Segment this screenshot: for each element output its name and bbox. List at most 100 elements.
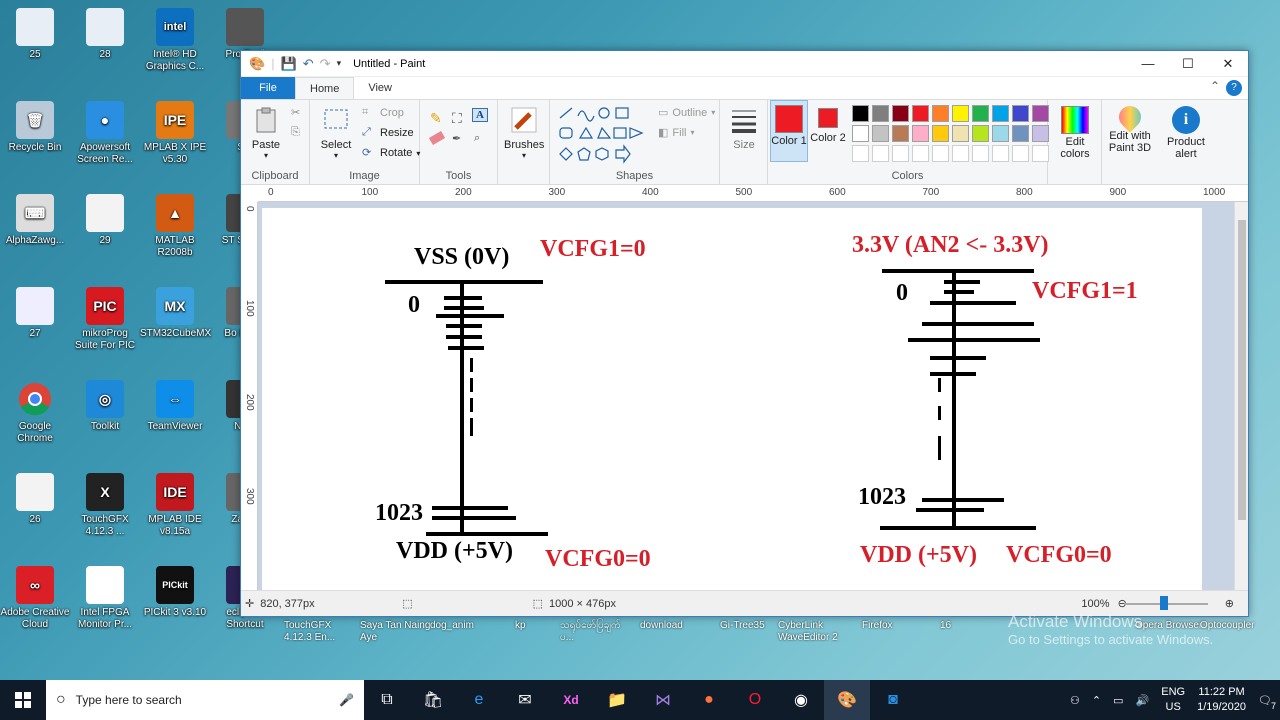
palette-color-swatch[interactable] (892, 125, 909, 142)
help-icon[interactable]: ? (1226, 80, 1242, 96)
paste-dropdown-icon[interactable]: ▾ (249, 151, 283, 160)
desktop-icon[interactable]: 26 (0, 473, 70, 526)
palette-color-swatch[interactable] (872, 105, 889, 122)
palette-color-swatch[interactable] (1012, 125, 1029, 142)
color1-button[interactable]: Color 1 (770, 100, 808, 162)
tab-home[interactable]: Home (295, 77, 355, 99)
shapes-gallery[interactable] (558, 106, 650, 164)
firefox-icon[interactable]: ● (686, 680, 732, 720)
desktop-icon-label[interactable]: Firefox (862, 620, 934, 632)
tab-file[interactable]: File (241, 77, 295, 99)
people-icon[interactable]: ⚇ (1070, 694, 1080, 707)
desktop-icon-label[interactable]: Saya Tan Naing Aye (360, 620, 432, 644)
minimize-button[interactable]: — (1128, 51, 1168, 77)
copy-icon[interactable]: ⎘ (291, 126, 300, 139)
palette-color-swatch[interactable] (972, 105, 989, 122)
close-button[interactable]: ✕ (1208, 51, 1248, 77)
cut-icon[interactable]: ✂ (291, 106, 300, 119)
desktop-icon[interactable]: 29 (70, 194, 140, 247)
palette-color-swatch[interactable] (972, 125, 989, 142)
desktop-icon[interactable]: ⇔ TeamViewer (140, 380, 210, 433)
clock[interactable]: 11:22 PM 1/19/2020 (1197, 685, 1246, 715)
desktop-icon[interactable]: 27 (0, 287, 70, 340)
desktop-icon-label[interactable]: 16 (940, 620, 1012, 632)
select-button[interactable]: Select ▾ (316, 106, 356, 160)
edit-with-paint3d-button[interactable]: Edit with Paint 3D (1104, 101, 1156, 154)
eraser-icon[interactable] (428, 131, 446, 145)
desktop-icon-label[interactable]: TouchGFX 4.12.3 En... (284, 620, 356, 644)
task-view-icon[interactable]: ⧉ (364, 680, 410, 720)
desktop-icon[interactable]: MX STM32CubeMX (140, 287, 211, 340)
desktop-icon-label[interactable]: CyberLink WaveEditor 2 (778, 620, 850, 644)
magnifier-icon[interactable]: ⌕ (474, 132, 480, 145)
drawing-canvas[interactable]: VSS (0V) VCFG1=0 0 1023 VDD (+5V) VCFG0=… (262, 208, 1202, 592)
text-icon[interactable]: A (472, 108, 488, 122)
visual-studio-icon[interactable]: ⋈ (640, 680, 686, 720)
outline-button[interactable]: ▭ Outline ▾ (658, 106, 715, 120)
volume-icon[interactable]: 🔊 (1136, 694, 1150, 707)
desktop-icon[interactable]: ∞ Adobe Creative Cloud (0, 566, 70, 631)
palette-color-swatch[interactable] (1012, 105, 1029, 122)
scrollbar-thumb[interactable] (1238, 220, 1246, 520)
redo-icon[interactable]: ↷ (320, 56, 331, 72)
palette-custom-swatch[interactable] (952, 145, 969, 162)
desktop-icon[interactable]: ▲ MATLAB R2008b (140, 194, 210, 259)
color2-button[interactable]: Color 2 (810, 108, 846, 144)
pencil-icon[interactable]: ✎ (430, 110, 442, 127)
palette-color-swatch[interactable] (952, 125, 969, 142)
palette-custom-swatch[interactable] (1032, 145, 1049, 162)
language-indicator[interactable]: ENG US (1161, 685, 1185, 715)
desktop-icon[interactable]: Google Chrome (0, 380, 70, 445)
product-alert-button[interactable]: i Product alert (1162, 106, 1210, 160)
edit-colors-button[interactable]: Edit colors (1054, 106, 1096, 160)
paint-taskbar-icon[interactable]: 🎨 (824, 680, 870, 720)
desktop-icon[interactable]: ● Apowersoft Screen Re... (70, 101, 140, 166)
desktop-icon[interactable]: 25 (0, 8, 70, 61)
palette-color-swatch[interactable] (932, 125, 949, 142)
palette-color-swatch[interactable] (892, 105, 909, 122)
customize-toolbar-icon[interactable]: ▾ (337, 58, 342, 69)
select-dropdown-icon[interactable]: ▾ (316, 151, 356, 160)
action-center-icon[interactable]: 🗨 7 (1258, 694, 1276, 711)
palette-color-swatch[interactable] (912, 125, 929, 142)
palette-color-swatch[interactable] (852, 105, 869, 122)
collapse-ribbon-icon[interactable]: ⌃ (1210, 79, 1220, 93)
palette-custom-swatch[interactable] (852, 145, 869, 162)
paste-button[interactable]: Paste ▾ (249, 106, 283, 160)
desktop-icon[interactable]: IDE MPLAB IDE v8.15a (140, 473, 210, 538)
resize-button[interactable]: ⤢ Resize (362, 126, 414, 140)
fill-button[interactable]: ◧ Fill ▾ (658, 126, 694, 140)
mail-icon[interactable]: ✉ (502, 680, 548, 720)
desktop-icon[interactable]: Intel FPGA Monitor Pr... (70, 566, 140, 631)
desktop-icon[interactable]: PIC mikroProg Suite For PIC (70, 287, 140, 352)
palette-color-swatch[interactable] (992, 125, 1009, 142)
desktop-icon[interactable]: IPE MPLAB X IPE v5.30 (140, 101, 210, 166)
desktop-icon-label[interactable]: dog_anim (430, 620, 502, 632)
brushes-dropdown-icon[interactable]: ▾ (504, 151, 544, 160)
color-picker-icon[interactable]: ✒ (452, 132, 461, 145)
palette-color-swatch[interactable] (992, 105, 1009, 122)
palette-custom-swatch[interactable] (1012, 145, 1029, 162)
vertical-scrollbar[interactable] (1234, 202, 1248, 592)
rotate-button[interactable]: ⟳ Rotate ▾ (362, 146, 420, 160)
zoom-slider-thumb[interactable] (1160, 596, 1168, 610)
taskbar-search-box[interactable]: ○ Type here to search 🎤 (46, 680, 364, 720)
palette-custom-swatch[interactable] (932, 145, 949, 162)
desktop-icon[interactable]: X TouchGFX 4.12.3 ... (70, 473, 140, 538)
desktop-icon[interactable]: 🗑 Recycle Bin (0, 101, 70, 154)
desktop-icon[interactable]: PICkit PICkit 3 v3.10 (140, 566, 210, 619)
desktop-icon[interactable]: intel Intel® HD Graphics C... (140, 8, 210, 73)
desktop-icon[interactable]: ◎ Toolkit (70, 380, 140, 433)
opera-icon[interactable]: O (732, 680, 778, 720)
palette-custom-swatch[interactable] (972, 145, 989, 162)
brushes-button[interactable]: Brushes ▾ (504, 106, 544, 160)
maximize-button[interactable]: ☐ (1168, 51, 1208, 77)
desktop-icon-label[interactable]: သရုပ်ဖော်ပြချက် ပ... (560, 620, 632, 644)
size-button[interactable]: Size (724, 106, 764, 151)
palette-color-swatch[interactable] (1032, 125, 1049, 142)
desktop-icon[interactable]: ⌨ AlphaZawg... (0, 194, 70, 247)
store-icon[interactable]: 🛍 (410, 680, 456, 720)
palette-custom-swatch[interactable] (872, 145, 889, 162)
apowersoft-taskbar-icon[interactable]: ◙ (870, 680, 916, 720)
palette-color-swatch[interactable] (932, 105, 949, 122)
